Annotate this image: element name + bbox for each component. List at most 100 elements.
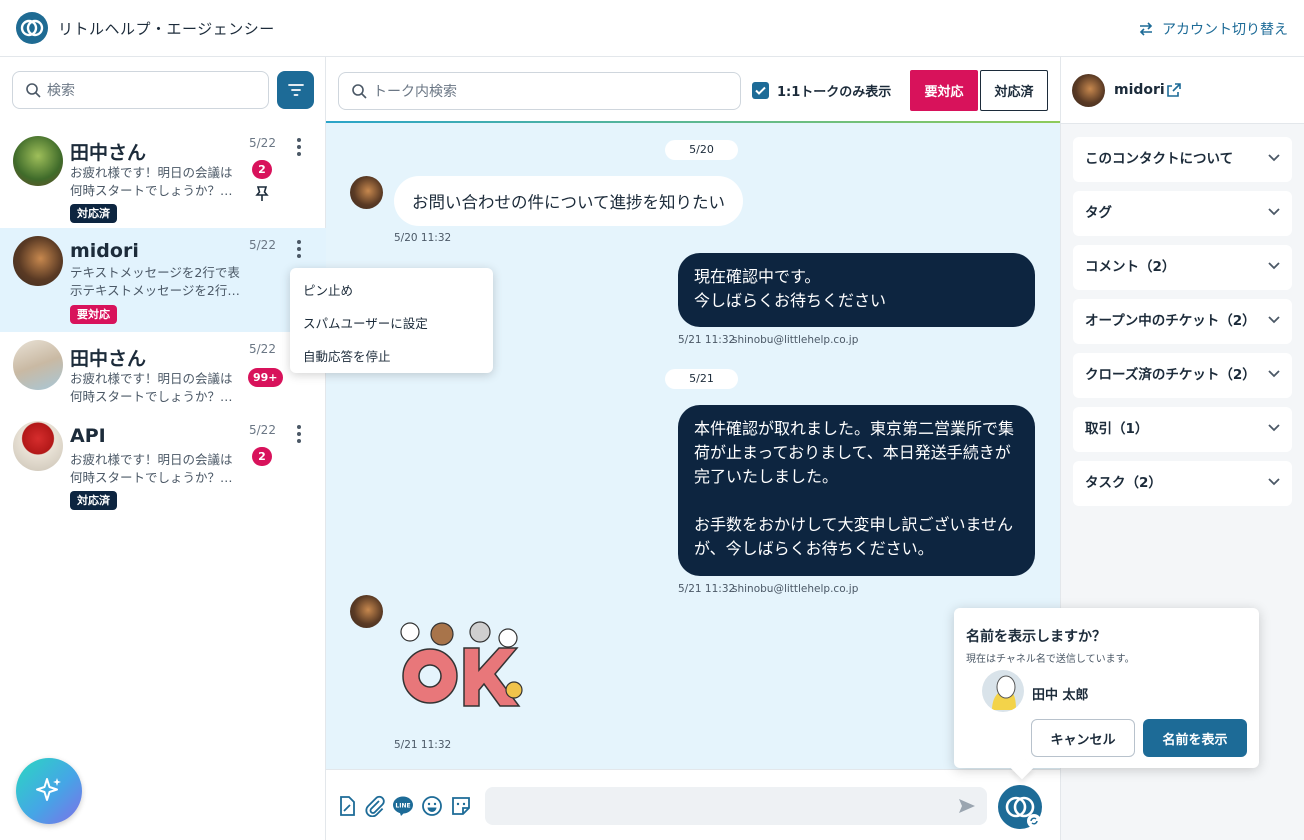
- switch-account-link[interactable]: アカウント切り替え: [1138, 19, 1288, 39]
- cancel-button[interactable]: キャンセル: [1031, 719, 1135, 757]
- accordion-deals[interactable]: 取引（1）: [1073, 407, 1292, 452]
- chevron-down-icon: [1268, 154, 1280, 162]
- pin-icon: [255, 186, 269, 201]
- message-sender: shinobu@littlehelp.co.jp: [732, 583, 859, 595]
- avatar: [1072, 74, 1105, 107]
- accordion-closed-tickets[interactable]: クローズ済のチケット（2）: [1073, 353, 1292, 398]
- more-options-icon[interactable]: [292, 136, 306, 160]
- popover-user-name: 田中 太郎: [1032, 688, 1089, 703]
- chevron-down-icon: [1268, 316, 1280, 324]
- show-name-button[interactable]: 名前を表示: [1143, 719, 1247, 757]
- context-menu: ピン止め スパムユーザーに設定 自動応答を停止: [290, 268, 493, 373]
- message-composer: LINE: [326, 769, 1060, 840]
- accordion-tags[interactable]: タグ: [1073, 191, 1292, 236]
- date-separator: 5/20: [665, 140, 738, 160]
- conversation-name: midori: [70, 240, 139, 262]
- popover-subtitle: 現在はチャネル名で送信しています。: [966, 654, 1135, 665]
- message-input[interactable]: [485, 787, 987, 825]
- accordion-label: タグ: [1085, 205, 1112, 221]
- unread-badge: 2: [252, 160, 272, 179]
- conversation-name: 田中さん: [70, 348, 147, 370]
- search-placeholder: 検索: [47, 83, 75, 99]
- accordion-tasks[interactable]: タスク（2）: [1073, 461, 1292, 506]
- conversation-preview: お疲れ様です！明日の会議は何時スタートでしょうか？…: [70, 452, 233, 485]
- emoji-icon[interactable]: [421, 795, 443, 817]
- search-icon: [352, 84, 367, 99]
- popover-title: 名前を表示しますか？: [966, 629, 1106, 645]
- message-sender: shinobu@littlehelp.co.jp: [732, 334, 859, 346]
- accordion-about-contact[interactable]: このコンタクトについて: [1073, 137, 1292, 182]
- chat-toolbar: トーク内検索 1:1トークのみ表示 要対応 対応済: [326, 57, 1060, 123]
- accordion-label: クローズ済のチケット（2）: [1085, 367, 1256, 383]
- more-options-icon[interactable]: [292, 423, 306, 447]
- avatar: [982, 670, 1024, 712]
- sticker-icon[interactable]: [450, 795, 472, 817]
- line-icon[interactable]: LINE: [392, 795, 414, 817]
- need-action-button[interactable]: 要対応: [910, 70, 978, 111]
- accordion-label: このコンタクトについて: [1085, 151, 1234, 167]
- chevron-down-icon: [1268, 262, 1280, 270]
- external-link-icon[interactable]: [1167, 83, 1181, 97]
- contact-header: midori: [1061, 57, 1304, 124]
- message-timestamp: 5/20 11:32: [394, 232, 452, 244]
- date-separator: 5/21: [665, 369, 738, 389]
- conversation-date: 5/22: [249, 238, 276, 252]
- app-logo: [16, 12, 48, 44]
- done-button[interactable]: 対応済: [980, 70, 1048, 111]
- template-icon[interactable]: [336, 795, 358, 817]
- accordion-label: オープン中のチケット（2）: [1085, 313, 1256, 329]
- conversation-preview: テキストメッセージを2行で表示テキストメッセージを2行…: [70, 265, 240, 298]
- top-bar: リトルヘルプ・エージェンシー アカウント切り替え: [0, 0, 1304, 57]
- avatar: [13, 421, 63, 471]
- outgoing-message: 本件確認が取れました。東京第二営業所で集荷が止まっておりまして、本日発送手続きが…: [678, 405, 1035, 576]
- menu-item-pin[interactable]: ピン止め: [303, 280, 353, 299]
- message-timestamp: 5/21 11:32: [678, 334, 736, 346]
- chevron-down-icon: [1268, 208, 1280, 216]
- conversation-date: 5/22: [249, 423, 276, 437]
- message-timestamp: 5/21 11:32: [678, 583, 736, 595]
- sender-mode-button[interactable]: [998, 785, 1042, 829]
- conversation-item-selected[interactable]: midori テキストメッセージを2行で表示テキストメッセージを2行… 5/22…: [0, 228, 326, 332]
- talk-search-placeholder: トーク内検索: [373, 84, 457, 100]
- avatar: [350, 176, 383, 209]
- avatar: [13, 340, 63, 390]
- unread-badge: 2: [252, 447, 272, 466]
- conversation-date: 5/22: [249, 342, 276, 356]
- svg-text:LINE: LINE: [395, 803, 410, 810]
- menu-item-mark-spam[interactable]: スパムユーザーに設定: [303, 313, 428, 332]
- outgoing-message: 現在確認中です。 今しばらくお待ちください: [678, 253, 1035, 327]
- filter-button[interactable]: [277, 71, 314, 109]
- conversation-item[interactable]: API お疲れ様です！明日の会議は何時スタートでしょうか？… 5/22 2 対応…: [0, 413, 326, 517]
- contact-name: midori: [1114, 82, 1165, 98]
- sticker-text: OK: [528, 612, 529, 613]
- unread-badge: 99+: [248, 368, 283, 387]
- one-to-one-filter[interactable]: 1:1トークのみ表示: [752, 81, 891, 100]
- status-badge: 要対応: [70, 305, 117, 324]
- checkbox-checked-icon[interactable]: [752, 82, 769, 99]
- status-badge: 対応済: [70, 204, 117, 223]
- talk-search-input[interactable]: トーク内検索: [338, 72, 741, 110]
- avatar: [13, 136, 63, 186]
- search-input[interactable]: 検索: [12, 71, 269, 109]
- incoming-message: お問い合わせの件について進捗を知りたい: [394, 176, 744, 226]
- chat-pane: トーク内検索 1:1トークのみ表示 要対応 対応済 5/20 お問い合わせの件に…: [326, 57, 1060, 840]
- accordion-open-tickets[interactable]: オープン中のチケット（2）: [1073, 299, 1292, 344]
- search-icon: [26, 83, 41, 98]
- message-timestamp: 5/21 11:32: [394, 739, 452, 751]
- conversation-date: 5/22: [249, 136, 276, 150]
- conversation-name: 田中さん: [70, 142, 147, 164]
- more-options-icon[interactable]: [292, 238, 306, 262]
- accordion-label: タスク（2）: [1085, 475, 1162, 491]
- app-title: リトルヘルプ・エージェンシー: [58, 20, 275, 38]
- filter-icon: [287, 84, 304, 96]
- accordion-comments[interactable]: コメント（2）: [1073, 245, 1292, 290]
- ai-assistant-button[interactable]: [16, 758, 82, 824]
- conversation-preview: お疲れ様です！明日の会議は何時スタートでしょうか？…: [70, 371, 233, 404]
- conversation-name: API: [70, 425, 106, 447]
- attachment-icon[interactable]: [364, 795, 386, 817]
- send-icon[interactable]: [958, 798, 976, 814]
- conversation-item[interactable]: 田中さん お疲れ様です！明日の会議は何時スタートでしょうか？… 5/22 2 対…: [0, 126, 326, 230]
- swap-icon: [1139, 22, 1153, 36]
- menu-item-stop-auto-reply[interactable]: 自動応答を停止: [303, 346, 391, 365]
- status-badge: 対応済: [70, 491, 117, 510]
